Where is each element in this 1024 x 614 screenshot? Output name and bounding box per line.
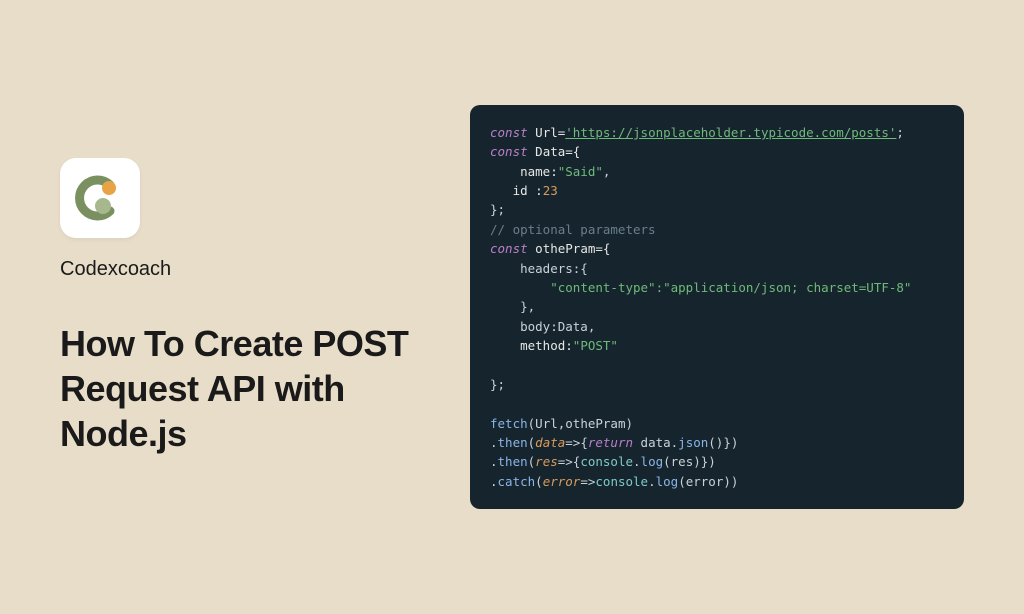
code-token: , [603,164,611,179]
code-token: catch [498,474,536,489]
code-token: const [490,241,528,256]
codexcoach-logo-icon [75,173,125,223]
code-token: return [588,435,633,450]
code-token: "POST" [573,338,618,353]
code-token: =>{ [558,454,581,469]
code-token: then [498,435,528,450]
code-token: => [580,474,595,489]
code-token: Data={ [528,144,581,159]
code-token: . [490,454,498,469]
code-token: . [490,435,498,450]
code-token: }, [490,299,535,314]
code-token: // optional parameters [490,222,656,237]
code-token: res [535,454,558,469]
code-token: 'https://jsonplaceholder.typicode.com/po… [565,125,896,140]
code-token: json [678,435,708,450]
code-token: console [595,474,648,489]
code-token: log [656,474,679,489]
code-token: body:Data, [490,319,595,334]
code-token: log [641,454,664,469]
code-token: id : [490,183,543,198]
code-token: data. [633,435,678,450]
code-token: ; [896,125,904,140]
code-token: . [490,474,498,489]
code-token: ()}) [708,435,738,450]
brand-name: Codexcoach [60,258,420,281]
code-token: name: [490,164,558,179]
code-token: . [648,474,656,489]
code-token [490,280,550,295]
code-token: =>{ [565,435,588,450]
code-token: }; [490,377,505,392]
code-token: }; [490,202,505,217]
code-token: const [490,125,528,140]
code-token: headers:{ [490,261,588,276]
code-token: . [633,454,641,469]
code-token: "Said" [558,164,603,179]
code-token: fetch [490,416,528,431]
code-token: (res)}) [663,454,716,469]
code-token: data [535,435,565,450]
code-token: Url= [528,125,566,140]
code-token: 23 [543,183,558,198]
code-token: then [498,454,528,469]
code-token: error [543,474,581,489]
code-token: othePram={ [528,241,611,256]
code-token: method: [490,338,573,353]
code-snippet: const Url='https://jsonplaceholder.typic… [470,105,964,509]
code-token: (Url,othePram) [528,416,633,431]
code-token: ( [535,474,543,489]
article-title: How To Create POST Request API with Node… [60,321,420,456]
brand-logo [60,158,140,238]
hero-left: Codexcoach How To Create POST Request AP… [60,158,420,456]
code-token: const [490,144,528,159]
code-token: console [580,454,633,469]
code-token: "content-type":"application/json; charse… [550,280,911,295]
code-token: (error)) [678,474,738,489]
